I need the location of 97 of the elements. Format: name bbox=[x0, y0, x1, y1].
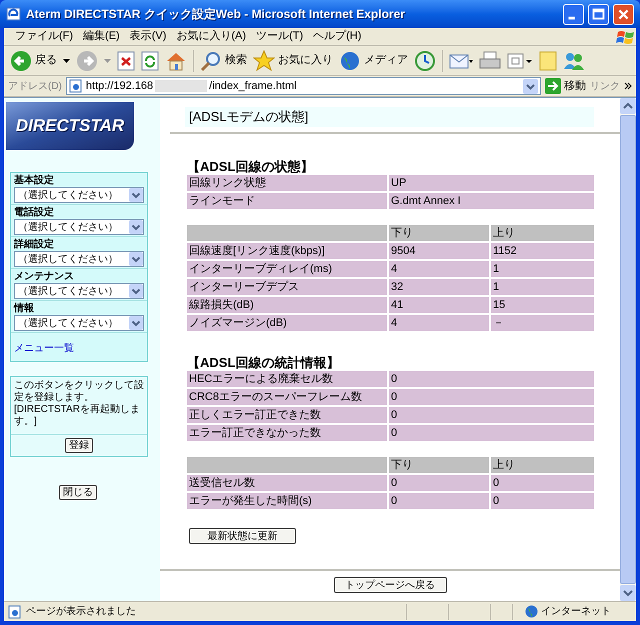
menu-item[interactable]: 表示(V) bbox=[124, 28, 172, 45]
table-cell: 送受信セル数 bbox=[187, 475, 387, 491]
table-cell: 0 bbox=[491, 493, 594, 509]
table-cell: 9504 bbox=[389, 243, 489, 259]
zone-text: インターネット bbox=[541, 605, 611, 619]
menu-item[interactable]: お気に入り(A) bbox=[171, 28, 252, 45]
table-cell: 15 bbox=[491, 297, 594, 313]
table-cell: 0 bbox=[389, 407, 594, 423]
menu-group-label: 詳細設定 bbox=[14, 238, 55, 251]
register-button[interactable]: 登録 bbox=[65, 438, 93, 453]
messenger-icon[interactable] bbox=[563, 50, 585, 70]
maximize-button[interactable] bbox=[588, 4, 609, 24]
chevron-icon[interactable] bbox=[624, 82, 632, 90]
dropdown[interactable]: （選択してください） bbox=[14, 219, 144, 235]
table-cell: 線路損失(dB) bbox=[187, 297, 387, 313]
url-text: /index_frame.html bbox=[209, 78, 297, 94]
menu-group-label: 情報 bbox=[14, 302, 35, 315]
menu-group-label: 基本設定 bbox=[14, 174, 55, 187]
menu-item[interactable]: 編集(E) bbox=[78, 28, 125, 45]
globe-icon bbox=[525, 605, 538, 618]
edit-icon[interactable] bbox=[507, 52, 533, 70]
table-cell: 回線リンク状態 bbox=[187, 175, 387, 191]
table-cell: 0 bbox=[491, 475, 594, 491]
go-button[interactable]: 移動 bbox=[545, 78, 586, 94]
favorites-button[interactable]: お気に入り bbox=[253, 50, 333, 72]
section-heading: 【ADSL回線の統計情報】 bbox=[187, 355, 340, 371]
top-page-button[interactable]: トップページへ戻る bbox=[334, 577, 446, 593]
column-header: 上り bbox=[491, 457, 594, 473]
table-cell: 正しくエラー訂正できた数 bbox=[187, 407, 387, 423]
printer-icon[interactable] bbox=[479, 50, 501, 70]
go-arrow-icon bbox=[545, 78, 561, 94]
table-cell: CRC8エラーのスーパーフレーム数 bbox=[187, 389, 387, 405]
column-header: 上り bbox=[491, 225, 594, 241]
table-cell: 1 bbox=[491, 279, 594, 295]
menu-item[interactable]: ヘルプ(H) bbox=[308, 28, 366, 45]
page-icon bbox=[8, 604, 22, 618]
search-icon bbox=[200, 50, 222, 72]
refresh-status-button[interactable]: 最新状態に更新 bbox=[189, 528, 296, 544]
page-title: [ADSLモデムの状態] bbox=[189, 108, 308, 126]
table-cell: インターリーブデプス bbox=[187, 279, 387, 295]
table-cell: 0 bbox=[389, 389, 594, 405]
globe-icon bbox=[339, 50, 361, 72]
table-cell: ノイズマージン(dB) bbox=[187, 315, 387, 331]
refresh-icon[interactable] bbox=[141, 50, 159, 70]
table-cell: インターリーブディレイ(ms) bbox=[187, 261, 387, 277]
mail-icon[interactable] bbox=[449, 52, 473, 70]
table-cell: UP bbox=[389, 175, 594, 191]
media-button[interactable]: メディア bbox=[339, 50, 408, 72]
menu-group-label: 電話設定 bbox=[14, 206, 55, 219]
back-button[interactable]: 戻る bbox=[10, 50, 57, 72]
column-header: 下り bbox=[389, 457, 489, 473]
dropdown[interactable]: （選択してください） bbox=[14, 251, 144, 267]
address-field[interactable]: http://192.168 /index_frame.html bbox=[66, 77, 541, 95]
table-cell: HECエラーによる廃棄セル数 bbox=[187, 371, 387, 387]
dropdown-caret-icon[interactable] bbox=[63, 58, 70, 62]
close-page-button[interactable]: 閉じる bbox=[59, 485, 97, 500]
section-heading: 【ADSL回線の状態】 bbox=[187, 159, 314, 175]
table-cell: エラー訂正できなかった数 bbox=[187, 425, 387, 441]
table-cell: ラインモード bbox=[187, 193, 387, 209]
table-cell: エラーが発生した時間(s) bbox=[187, 493, 387, 509]
table-cell: 回線速度[リンク速度(kbps)] bbox=[187, 243, 387, 259]
table-cell: － bbox=[491, 315, 594, 331]
address-label: アドレス(D) bbox=[8, 80, 62, 94]
page-icon bbox=[68, 79, 83, 93]
table-cell: 32 bbox=[389, 279, 489, 295]
menu-item[interactable]: ファイル(F) bbox=[10, 28, 78, 45]
table-cell: 1152 bbox=[491, 243, 594, 259]
logo-text: DIRECTSTAR bbox=[16, 115, 124, 138]
dropdown[interactable]: （選択してください） bbox=[14, 187, 144, 203]
star-icon bbox=[253, 50, 275, 72]
table-cell: 4 bbox=[389, 261, 489, 277]
menu-group-label: メンテナンス bbox=[14, 270, 75, 283]
window-title: Aterm DIRECTSTAR クイック設定Web - Microsoft Internet Explorer bbox=[26, 6, 406, 23]
table-cell: 4 bbox=[389, 315, 489, 331]
browser-icon bbox=[6, 6, 22, 22]
table-cell: 0 bbox=[389, 493, 489, 509]
home-icon[interactable] bbox=[165, 50, 187, 70]
table-cell: 41 bbox=[389, 297, 489, 313]
table-cell: 1 bbox=[491, 261, 594, 277]
windows-flag-icon bbox=[616, 28, 636, 44]
menu-list-link[interactable]: メニュー一覧 bbox=[14, 343, 74, 354]
minimize-button[interactable] bbox=[563, 4, 584, 24]
table-cell: G.dmt Annex I bbox=[389, 193, 594, 209]
column-header: 下り bbox=[389, 225, 489, 241]
status-text: ページが表示されました bbox=[26, 604, 137, 619]
history-icon[interactable] bbox=[414, 50, 436, 72]
table-cell: 0 bbox=[389, 425, 594, 441]
menu-item[interactable]: ツール(T) bbox=[251, 28, 308, 45]
search-button[interactable]: 検索 bbox=[200, 50, 247, 72]
table-cell: 0 bbox=[389, 475, 489, 491]
dropdown[interactable]: （選択してください） bbox=[14, 283, 144, 299]
stop-icon[interactable] bbox=[117, 50, 135, 70]
register-note: このボタンをクリックして設定を登録します。[DIRECTSTARを再起動します。] bbox=[14, 380, 144, 428]
table-cell: 0 bbox=[389, 371, 594, 387]
close-button[interactable] bbox=[613, 4, 634, 24]
url-text: http://192.168 bbox=[86, 78, 154, 94]
dropdown[interactable]: （選択してください） bbox=[14, 315, 144, 331]
